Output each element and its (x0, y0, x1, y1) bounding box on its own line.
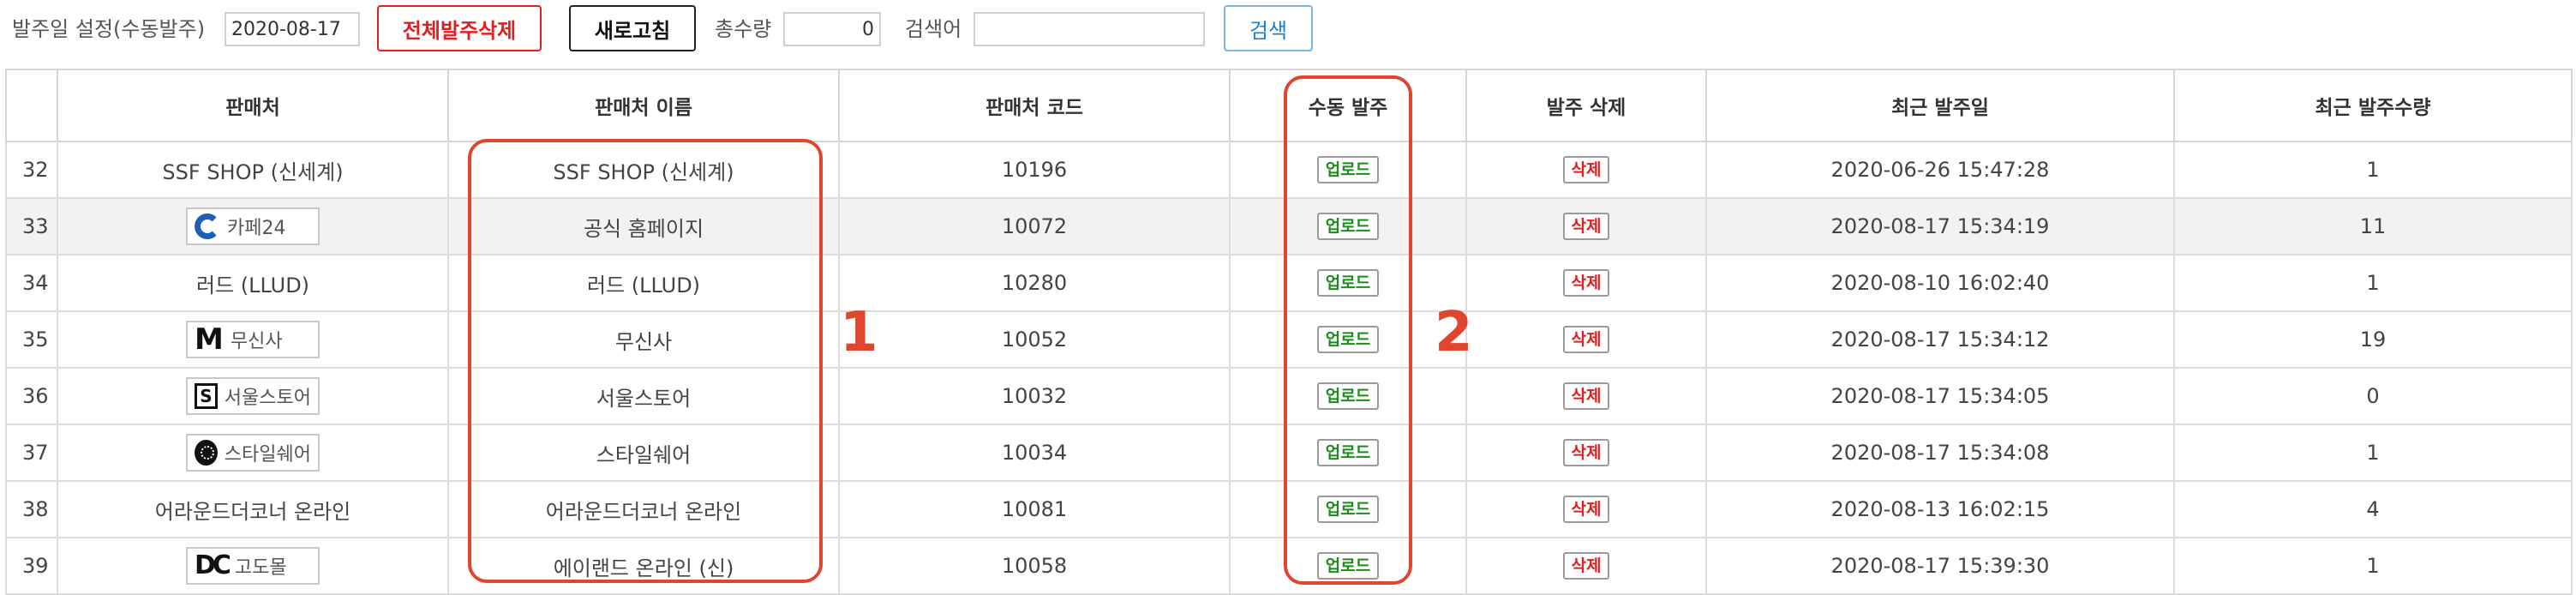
vendor-logo: 스타일쉐어 (186, 434, 320, 472)
vendor-cell: M 무신사 (57, 310, 449, 369)
delete-button[interactable]: 삭제 (1562, 552, 1610, 580)
vendor-logo: DC 고도몰 (186, 547, 320, 585)
vendor-cell: 스타일쉐어 (57, 424, 449, 482)
last-order-qty-cell: 19 (2173, 310, 2573, 369)
toolbar: 발주일 설정(수동발주) 전체발주삭제 새로고침 총수량 검색어 검색 (0, 0, 2576, 58)
vendor-cell: 카페24 (57, 197, 449, 255)
delete-order-cell: 삭제 (1465, 310, 1707, 369)
vendor-code-cell: 10196 (838, 141, 1231, 199)
delete-button[interactable]: 삭제 (1562, 269, 1610, 297)
styleshare-logo-icon (195, 440, 218, 466)
delete-button[interactable]: 삭제 (1562, 439, 1610, 466)
vendor-code-cell: 10034 (838, 424, 1231, 482)
last-order-date-cell: 2020-08-17 15:34:08 (1705, 424, 2175, 482)
last-order-date-cell: 2020-08-17 15:34:19 (1705, 197, 2175, 255)
delete-order-cell: 삭제 (1465, 367, 1707, 425)
vendor-cell: S 서울스토어 (57, 367, 449, 425)
last-order-date-cell: 2020-08-10 16:02:40 (1705, 254, 2175, 312)
delete-order-cell: 삭제 (1465, 197, 1707, 255)
delete-button[interactable]: 삭제 (1562, 156, 1610, 183)
column-header-vendor-name[interactable]: 판매처 이름 (447, 69, 840, 142)
vendor-cell: SSF SHOP (신세계) (57, 141, 449, 199)
vendor-logo-text: 서울스토어 (224, 388, 311, 409)
refresh-button[interactable]: 새로고침 (569, 5, 696, 51)
vendor-code-cell: 10081 (838, 480, 1231, 538)
delete-order-cell: 삭제 (1465, 424, 1707, 482)
delete-all-orders-button[interactable]: 전체발주삭제 (377, 5, 542, 51)
seoulstore-logo-icon: S (195, 383, 218, 409)
order-date-label: 발주일 설정(수동발주) (12, 17, 206, 41)
annotation-label-2: 2 (1435, 301, 1473, 364)
row-number: 37 (5, 424, 58, 482)
last-order-date-cell: 2020-08-17 15:34:12 (1705, 310, 2175, 369)
vendor-cell: 어라운드더코너 온라인 (57, 480, 449, 538)
last-order-date-cell: 2020-06-26 15:47:28 (1705, 141, 2175, 199)
vendor-code-cell: 10058 (838, 537, 1231, 595)
last-order-qty-cell: 0 (2173, 367, 2573, 425)
annotation-label-1: 1 (840, 301, 878, 364)
column-header-no (5, 69, 58, 142)
delete-button[interactable]: 삭제 (1562, 496, 1610, 523)
last-order-qty-cell: 1 (2173, 254, 2573, 312)
vendor-cell: 러드 (LLUD) (57, 254, 449, 312)
search-input[interactable] (973, 12, 1205, 46)
total-qty-input[interactable] (783, 12, 881, 46)
column-header-vendor-code[interactable]: 판매처 코드 (838, 69, 1231, 142)
total-qty-label: 총수량 (715, 17, 772, 41)
vendor-text: 어라운드더코너 온라인 (154, 499, 351, 524)
vendor-logo-text: 고도몰 (234, 557, 287, 579)
vendor-code-cell: 10032 (838, 367, 1231, 425)
column-header-vendor[interactable]: 판매처 (57, 69, 449, 142)
column-header-last-order-date[interactable]: 최근 발주일 (1705, 69, 2175, 142)
row-number: 36 (5, 367, 58, 425)
last-order-date-cell: 2020-08-17 15:34:05 (1705, 367, 2175, 425)
vendor-logo: S 서울스토어 (186, 377, 320, 415)
vendor-code-cell: 10280 (838, 254, 1231, 312)
row-number: 39 (5, 537, 58, 595)
column-header-last-order-qty[interactable]: 최근 발주수량 (2173, 69, 2573, 142)
vendor-logo-text: 스타일쉐어 (224, 444, 311, 466)
vendor-logo-text: 카페24 (227, 218, 286, 239)
last-order-qty-cell: 1 (2173, 424, 2573, 482)
row-number: 33 (5, 197, 58, 255)
annotation-box-1 (468, 139, 823, 583)
last-order-qty-cell: 4 (2173, 480, 2573, 538)
order-date-input[interactable] (225, 12, 360, 46)
last-order-date-cell: 2020-08-13 16:02:15 (1705, 480, 2175, 538)
delete-order-cell: 삭제 (1465, 254, 1707, 312)
row-number: 34 (5, 254, 58, 312)
vendor-text: SSF SHOP (신세계) (162, 159, 344, 184)
delete-button[interactable]: 삭제 (1562, 326, 1610, 353)
row-number: 35 (5, 310, 58, 369)
delete-button[interactable]: 삭제 (1562, 382, 1610, 410)
row-number: 32 (5, 141, 58, 199)
last-order-date-cell: 2020-08-17 15:39:30 (1705, 537, 2175, 595)
row-number: 38 (5, 480, 58, 538)
last-order-qty-cell: 11 (2173, 197, 2573, 255)
vendor-cell: DC 고도몰 (57, 537, 449, 595)
vendor-code-cell: 10052 (838, 310, 1231, 369)
vendor-text: 러드 (LLUD) (195, 273, 310, 298)
delete-order-cell: 삭제 (1465, 141, 1707, 199)
delete-button[interactable]: 삭제 (1562, 213, 1610, 240)
vendor-logo-text: 무신사 (230, 331, 283, 352)
delete-order-cell: 삭제 (1465, 480, 1707, 538)
musinsa-logo-icon: M (195, 322, 224, 357)
last-order-qty-cell: 1 (2173, 537, 2573, 595)
vendor-logo: 카페24 (186, 207, 320, 245)
godomall-logo-icon: DC (195, 550, 231, 580)
cafe24-logo-icon (195, 213, 220, 239)
column-header-delete-order[interactable]: 발주 삭제 (1465, 69, 1707, 142)
vendor-code-cell: 10072 (838, 197, 1231, 255)
vendor-logo: M 무신사 (186, 321, 320, 358)
search-label: 검색어 (905, 17, 962, 41)
search-button[interactable]: 검색 (1224, 5, 1313, 51)
delete-order-cell: 삭제 (1465, 537, 1707, 595)
last-order-qty-cell: 1 (2173, 141, 2573, 199)
annotation-box-2 (1284, 75, 1412, 585)
